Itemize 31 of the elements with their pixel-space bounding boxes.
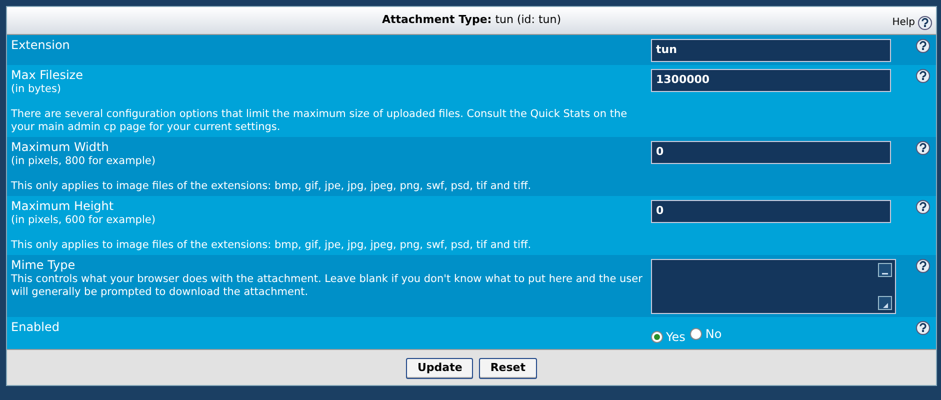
input-field[interactable]: 0 (651, 200, 891, 223)
help-icon[interactable] (916, 140, 930, 154)
field-description: This only applies to image files of the extensions: bmp, gif, jpe, jpg, jpeg, png, swf, psd, tif and tiff. (11, 180, 532, 193)
field-label: Mime Type (11, 258, 76, 273)
input-field[interactable]: 1300000 (651, 69, 891, 92)
field-label: Extension (11, 38, 71, 53)
help-icon[interactable] (918, 16, 932, 30)
help-icon[interactable] (916, 68, 930, 82)
field-description: There are several configuration options that limit the maximum size of uploaded files. Consult the Quick Stats on the your main admin cp page for your current settings. (11, 108, 628, 134)
input-field[interactable]: 0 (651, 141, 891, 164)
field-label: Enabled (11, 320, 60, 335)
field-label: Maximum Height (11, 199, 115, 214)
field-label: Max Filesize (11, 68, 84, 83)
panel-title: Attachment Type: tun (id: tun) (382, 12, 562, 28)
field-hint: (in bytes) (11, 83, 62, 96)
field-label: Maximum Width (11, 140, 110, 155)
field-hint: (in pixels, 600 for example) (11, 214, 156, 227)
help-icon[interactable] (916, 320, 930, 334)
form-button[interactable]: Reset (479, 358, 537, 378)
scroll-down-icon (878, 296, 892, 310)
help-icon[interactable] (916, 258, 930, 272)
text-area[interactable] (651, 259, 896, 314)
help-label: Help (892, 16, 915, 30)
field-description: This only applies to image files of the extensions: bmp, gif, jpe, jpg, jpeg, png, swf, psd, tif and tiff. (11, 239, 532, 252)
scroll-up-icon (878, 263, 892, 277)
field-hint: (in pixels, 800 for example) (11, 155, 156, 168)
help-icon[interactable] (916, 199, 930, 213)
form-button[interactable]: Update (406, 358, 474, 378)
help-icon[interactable] (916, 38, 930, 52)
input-field[interactable]: tun (651, 39, 891, 62)
field-hint: This controls what your browser does with the attachment. Leave blank if you don't know what to put here and the user will generally be prompted to download the attachment. (11, 273, 644, 299)
